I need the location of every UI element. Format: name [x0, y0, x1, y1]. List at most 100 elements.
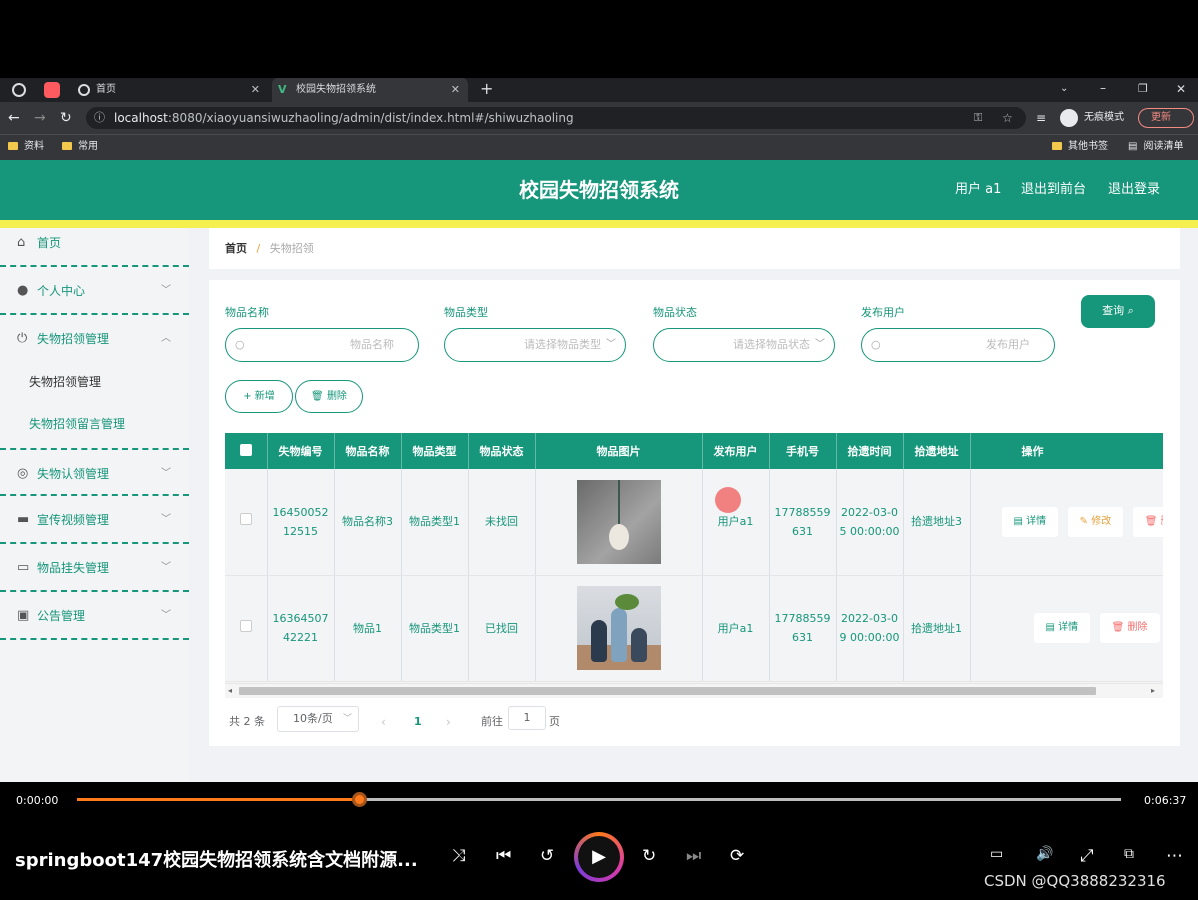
shuffle-icon[interactable]: ⤨	[452, 846, 466, 866]
sidebar-item-personal[interactable]: ● 个人中心 ﹀	[0, 267, 189, 315]
url-field[interactable]: ⓘ localhost:8080/xiaoyuansiwuzhaoling/ad…	[86, 107, 1026, 129]
fullscreen-icon[interactable]: ⤢	[1080, 846, 1094, 866]
query-button[interactable]: 查询 ⌕	[1081, 295, 1155, 328]
column-header[interactable]: 物品状态	[468, 433, 536, 469]
column-header[interactable]: 发布用户	[702, 433, 770, 469]
detail-button[interactable]: ▤ 详情	[1001, 506, 1059, 537]
scroll-right-icon[interactable]: ▸	[1151, 684, 1155, 697]
delete-button[interactable]: 🗑 删除	[295, 380, 363, 413]
select-all-cell[interactable]	[225, 433, 268, 469]
select-all-checkbox[interactable]	[239, 443, 252, 456]
rewind-icon[interactable]: ↺	[540, 846, 554, 866]
url-path: :8080/xiaoyuansiwuzhaoling/admin/dist/in…	[167, 111, 574, 125]
star-icon[interactable]: ☆	[1002, 107, 1013, 129]
prev-page-icon[interactable]: ‹	[381, 710, 386, 734]
phone-cell: 17788559631	[769, 469, 837, 576]
column-header[interactable]: 拾遗时间	[836, 433, 904, 469]
reload-icon[interactable]: ↻	[60, 107, 72, 129]
column-header[interactable]: 物品图片	[535, 433, 703, 469]
logout-link[interactable]: 退出登录	[1108, 160, 1160, 220]
minimize-icon[interactable]: –	[1100, 78, 1106, 98]
name-search-input[interactable]: ○ 物品名称	[225, 328, 419, 362]
sidebar-item-lost-found[interactable]: ⏻ 失物招领管理 ︿	[0, 315, 189, 363]
other-bookmarks[interactable]: 其他书签	[1052, 135, 1108, 159]
pip-icon[interactable]: ⧉	[1124, 846, 1134, 862]
globe-icon[interactable]	[12, 83, 26, 97]
back-to-front-link[interactable]: 退出到前台	[1021, 160, 1086, 220]
status-select[interactable]: 请选择物品状态 ﹀	[653, 328, 835, 362]
breadcrumb-home[interactable]: 首页	[225, 242, 247, 255]
reading-list[interactable]: ▤ 阅读清单	[1128, 135, 1183, 159]
bookmark-ziliao[interactable]: 资料	[8, 135, 44, 159]
row-select-cell[interactable]	[225, 469, 268, 576]
edit-label: 修改	[1091, 515, 1112, 527]
row-checkbox[interactable]	[239, 619, 252, 632]
goto-page-input[interactable]: 1	[508, 706, 546, 730]
item-photo-pendant[interactable]	[576, 479, 661, 564]
power-icon: ⏻	[17, 331, 28, 346]
detail-button[interactable]: ▤ 详情	[1033, 613, 1091, 643]
sidebar-item-home[interactable]: ⌂ 首页	[0, 219, 189, 267]
tab-label: 校园失物招领系统	[296, 84, 376, 95]
key-icon[interactable]: ⚿	[974, 107, 982, 129]
sidebar-subitem-messages[interactable]: 失物招领留言管理	[0, 403, 189, 445]
tab-label: 首页	[96, 84, 116, 95]
edit-button[interactable]: ✎ 修改	[1067, 506, 1124, 537]
back-icon[interactable]: ←	[8, 107, 20, 129]
sidebar-item-claims[interactable]: ◎ 失物认领管理 ﹀	[0, 448, 189, 496]
sidebar-item-notices[interactable]: ▣ 公告管理 ﹀	[0, 592, 189, 640]
tab-system[interactable]: V 校园失物招领系统 ✕	[272, 78, 468, 102]
forward-icon[interactable]: →	[34, 107, 46, 129]
tab-home[interactable]: 首页 ✕	[72, 78, 268, 102]
row-delete-button[interactable]: 🗑 删除	[1099, 613, 1160, 643]
new-tab-icon[interactable]: +	[480, 78, 493, 100]
subtitles-icon[interactable]: ▭	[990, 846, 1003, 862]
row-delete-button[interactable]: 🗑 删除	[1132, 506, 1163, 537]
restore-icon[interactable]: ❐	[1138, 78, 1148, 100]
column-header[interactable]: 物品名称	[334, 433, 402, 469]
window-close-icon[interactable]: ✕	[1176, 78, 1186, 100]
sidebar-subitem-lost-found[interactable]: 失物招领管理	[0, 361, 189, 403]
image-cell	[535, 469, 703, 576]
tab-search-icon[interactable]: ⌄	[1060, 78, 1068, 100]
horizontal-scrollbar[interactable]: ◂ ▸	[225, 683, 1163, 697]
row-checkbox[interactable]	[239, 513, 252, 526]
forward-30-icon[interactable]: ↻	[642, 846, 656, 866]
column-header[interactable]: 操作	[970, 433, 1163, 469]
progress-track[interactable]	[77, 792, 1121, 807]
page-size-select[interactable]: 10条/页 ﹀	[277, 706, 359, 732]
type-select[interactable]: 请选择物品类型 ﹀	[444, 328, 626, 362]
sidebar-item-videos[interactable]: ▬ 宣传视频管理 ﹀	[0, 496, 189, 544]
playlist-icon[interactable]: ≡	[1036, 107, 1046, 129]
breadcrumb: 首页 / 失物招领	[209, 228, 1180, 269]
sidebar-item-report-loss[interactable]: ▭ 物品挂失管理 ﹀	[0, 544, 189, 592]
column-header[interactable]: 失物编号	[267, 433, 335, 469]
current-page[interactable]: 1	[414, 710, 422, 734]
volume-icon[interactable]: 🔊	[1036, 846, 1053, 862]
user-search-input[interactable]: ○ 发布用户	[861, 328, 1055, 362]
update-button[interactable]: 更新	[1138, 108, 1194, 128]
next-icon[interactable]: ⏭	[686, 846, 701, 866]
status-placeholder: 请选择物品状态	[733, 338, 810, 351]
pendant-string	[617, 479, 620, 524]
previous-icon[interactable]: ⏮	[496, 846, 511, 866]
vue-icon: V	[278, 83, 287, 96]
row-select-cell[interactable]	[225, 575, 268, 682]
close-icon[interactable]: ✕	[451, 78, 460, 102]
item-photo-vases[interactable]	[576, 586, 661, 670]
detail-label: 详情	[1026, 515, 1047, 527]
play-button[interactable]: ▶	[574, 832, 624, 882]
scrollbar-thumb[interactable]	[239, 687, 1096, 695]
scroll-left-icon[interactable]: ◂	[228, 684, 232, 697]
close-icon[interactable]: ✕	[251, 78, 260, 102]
repeat-off-icon[interactable]: ⟳	[730, 846, 744, 866]
next-page-icon[interactable]: ›	[446, 710, 451, 734]
column-header[interactable]: 拾遗地址	[903, 433, 971, 469]
add-button[interactable]: + 新增	[225, 380, 293, 413]
bookmark-changyong[interactable]: 常用	[62, 135, 98, 159]
progress-knob[interactable]	[351, 792, 367, 807]
column-header[interactable]: 物品类型	[401, 433, 469, 469]
more-icon[interactable]: ⋯	[1166, 846, 1183, 866]
app-icon[interactable]	[44, 82, 60, 98]
column-header[interactable]: 手机号	[769, 433, 837, 469]
